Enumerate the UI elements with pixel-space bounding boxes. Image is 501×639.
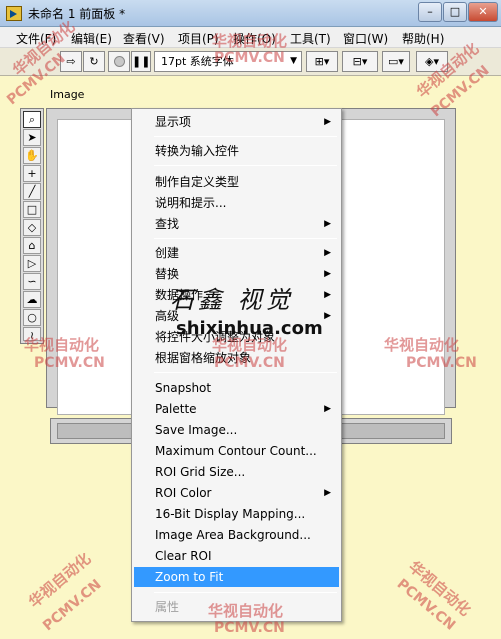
menu-item-label: 转换为输入控件: [155, 144, 240, 158]
minimize-button[interactable]: –: [418, 2, 442, 22]
menu-item-label: Snapshot: [155, 381, 212, 395]
menu-help[interactable]: 帮助(H): [402, 30, 444, 47]
menu-item-label: ROI Color: [155, 486, 212, 500]
menu-item-make-type-def[interactable]: 制作自定义类型: [134, 172, 339, 192]
menu-item-label: 创建: [155, 246, 180, 260]
menu-item-label: 显示项: [155, 115, 192, 129]
menu-item-visible-items[interactable]: 显示项 ▶: [134, 112, 339, 132]
menu-item-label: 16-Bit Display Mapping...: [155, 507, 306, 521]
menu-item-label: 属性: [155, 600, 180, 614]
menu-item-label: Palette: [155, 402, 197, 416]
submenu-arrow-icon: ▶: [324, 488, 331, 498]
watermark-cn: 华视自动化: [212, 32, 288, 50]
watermark-en: PCMV.CN: [214, 355, 285, 371]
image-label: Image: [50, 88, 85, 101]
watermark-en: PCMV.CN: [214, 50, 285, 66]
menu-separator: [154, 238, 337, 239]
submenu-arrow-icon: ▶: [324, 248, 331, 258]
menu-item-label: Maximum Contour Count...: [155, 444, 317, 458]
submenu-arrow-icon: ▶: [324, 404, 331, 414]
point-icon[interactable]: +: [23, 165, 41, 182]
menu-separator: [154, 136, 337, 137]
menu-item-find[interactable]: 查找 ▶: [134, 214, 339, 234]
submenu-arrow-icon: ▶: [324, 219, 331, 229]
resize-objects-icon[interactable]: ▭▾: [382, 51, 410, 72]
menu-item-max-contour-count[interactable]: Maximum Contour Count...: [134, 441, 339, 461]
watermark-en: PCMV.CN: [406, 355, 477, 371]
oval-icon[interactable]: ○: [23, 309, 41, 326]
menu-item-label: 查找: [155, 217, 180, 231]
abort-icon[interactable]: [108, 51, 130, 72]
polygon-icon[interactable]: ⌂: [23, 237, 41, 254]
window-title: 未命名 1 前面板 *: [28, 7, 126, 21]
align-objects-icon[interactable]: ⊞▾: [306, 51, 338, 72]
menu-separator: [154, 372, 337, 373]
maximize-button[interactable]: □: [443, 2, 467, 22]
menu-item-snapshot[interactable]: Snapshot: [134, 378, 339, 398]
menu-item-image-area-background[interactable]: Image Area Background...: [134, 525, 339, 545]
watermark-cn: 华视自动化: [24, 336, 100, 354]
watermark-en: PCMV.CN: [34, 355, 105, 371]
freehand-line-icon[interactable]: ∽: [23, 273, 41, 290]
freehand-polygon-icon[interactable]: ▷: [23, 255, 41, 272]
pan-icon[interactable]: ✋: [23, 147, 41, 164]
menu-item-label: 替换: [155, 267, 180, 281]
annulus-icon[interactable]: ☁: [23, 291, 41, 308]
zoom-icon[interactable]: ⌕: [23, 111, 41, 128]
menu-item-clear-roi[interactable]: Clear ROI: [134, 546, 339, 566]
menu-separator: [154, 592, 337, 593]
line-icon[interactable]: ╱: [23, 183, 41, 200]
menu-tools[interactable]: 工具(T): [290, 30, 331, 47]
menu-item-change-to-control[interactable]: 转换为输入控件: [134, 141, 339, 161]
menu-item-description-tip[interactable]: 说明和提示...: [134, 193, 339, 213]
watermark-cn: 华视自动化: [384, 336, 460, 354]
pause-icon[interactable]: ❚❚: [131, 51, 151, 72]
run-continuously-icon[interactable]: ↻: [83, 51, 105, 72]
close-button[interactable]: ✕: [468, 2, 498, 22]
rectangle-icon[interactable]: □: [23, 201, 41, 218]
menu-item-label: 制作自定义类型: [155, 175, 240, 189]
menu-item-label: Save Image...: [155, 423, 238, 437]
menu-view[interactable]: 查看(V): [123, 30, 165, 47]
title-bar: 未命名 1 前面板 * – □ ✕: [0, 0, 501, 27]
menu-item-label: Image Area Background...: [155, 528, 311, 542]
watermark-en: PCMV.CN: [214, 620, 285, 636]
center-watermark-url: shixinhua.com: [176, 318, 323, 339]
submenu-arrow-icon: ▶: [324, 117, 331, 127]
menu-item-16bit-display-mapping[interactable]: 16-Bit Display Mapping...: [134, 504, 339, 524]
menu-item-label: ROI Grid Size...: [155, 465, 246, 479]
menu-item-label: Clear ROI: [155, 549, 212, 563]
watermark-cn: 华视自动化: [208, 602, 284, 620]
center-watermark: 石鑫 视觉 shixinhua.com: [160, 280, 340, 350]
chevron-down-icon: ▼: [290, 56, 297, 66]
menu-item-save-image[interactable]: Save Image...: [134, 420, 339, 440]
menu-item-roi-grid-size[interactable]: ROI Grid Size...: [134, 462, 339, 482]
menu-item-roi-color[interactable]: ROI Color ▶: [134, 483, 339, 503]
menu-item-label: 说明和提示...: [155, 196, 227, 210]
menu-item-zoom-to-fit[interactable]: Zoom to Fit: [134, 567, 339, 587]
image-tools-palette: ⌕ ➤ ✋ + ╱ □ ◇ ⌂ ▷ ∽ ☁ ○ ≀: [20, 108, 44, 344]
labview-app-icon: [6, 6, 22, 21]
rotated-rectangle-icon[interactable]: ◇: [23, 219, 41, 236]
center-watermark-cn: 石鑫 视觉: [170, 286, 294, 314]
menu-separator: [154, 165, 337, 166]
menu-item-label: Zoom to Fit: [155, 570, 224, 584]
menu-item-create[interactable]: 创建 ▶: [134, 243, 339, 263]
menu-window[interactable]: 窗口(W): [343, 30, 388, 47]
distribute-objects-icon[interactable]: ⊟▾: [342, 51, 378, 72]
menu-item-palette[interactable]: Palette ▶: [134, 399, 339, 419]
pointer-icon[interactable]: ➤: [23, 129, 41, 146]
